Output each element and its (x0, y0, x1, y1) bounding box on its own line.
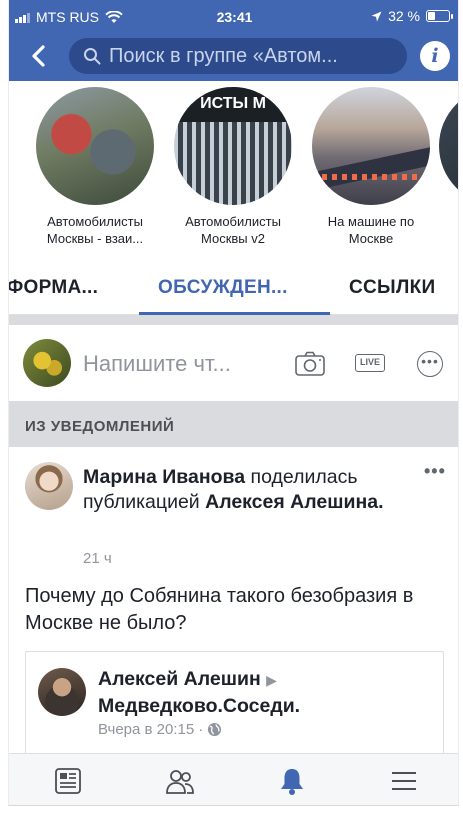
author-avatar[interactable] (25, 462, 73, 510)
more-options-icon[interactable]: ••• (417, 351, 443, 377)
notifications-bell-icon[interactable] (277, 766, 307, 796)
shared-author-name[interactable]: Алексей Алешин (98, 668, 261, 690)
group-card-4[interactable] (439, 87, 458, 205)
battery-icon (426, 10, 453, 22)
status-right: 32 % (371, 8, 453, 24)
group-image-caption: ИСТЫ М (200, 95, 266, 112)
group-image[interactable]: ИСТЫ М (174, 87, 292, 205)
app-frame: MTS RUS 23:41 32 % Поиск в группе «Автом… (8, 0, 459, 806)
status-bar: MTS RUS 23:41 32 % (9, 0, 458, 34)
post-header: Марина Иванова поделилась публикацией Ал… (83, 466, 384, 513)
tab-discussion[interactable]: ОБСУЖДЕН... (158, 277, 288, 299)
feed-post: Марина Иванова поделилась публикацией Ал… (9, 447, 458, 761)
globe-icon (208, 722, 222, 737)
group-name: Автомобилисты Москвы v2 (185, 214, 281, 246)
location-arrow-icon (371, 11, 382, 21)
menu-icon[interactable] (389, 766, 419, 796)
group-card-3[interactable]: На машине по Москве (305, 87, 437, 247)
battery-percent: 32 % (388, 8, 420, 24)
shared-post-meta: Вчера в 20:15 · (98, 721, 222, 738)
related-groups-carousel[interactable]: Автомобилисты Москвы - взаи... ИСТЫ М Ав… (9, 81, 458, 257)
group-card-1[interactable]: Автомобилисты Москвы - взаи... (29, 87, 161, 247)
group-name: На машине по Москве (327, 214, 415, 246)
bottom-nav-bar (9, 753, 458, 805)
shared-post-title: Алексей Алешин ▶ Медведково.Соседи. (98, 666, 428, 719)
composer-input[interactable]: Напишите чт... (83, 351, 231, 377)
author-name[interactable]: Марина Иванова (83, 466, 245, 488)
tab-info[interactable]: ФОРМА... (9, 277, 98, 299)
group-tabs: ФОРМА... ОБСУЖДЕН... ССЫЛКИ (9, 257, 458, 315)
tab-links[interactable]: ССЫЛКИ (349, 277, 435, 299)
top-bar: MTS RUS 23:41 32 % Поиск в группе «Автом… (9, 0, 458, 81)
post-composer[interactable]: Напишите чт... LIVE ••• (9, 325, 458, 401)
source-author-name[interactable]: Алексея Алешина (205, 491, 378, 513)
post-time[interactable]: 21 ч (83, 550, 112, 567)
notifications-section-header: ИЗ УВЕДОМЛЕНИЙ (9, 401, 458, 447)
shared-post-time[interactable]: Вчера в 20:15 (98, 721, 194, 738)
triangle-right-icon: ▶ (266, 672, 277, 688)
shared-group-name[interactable]: Медведково.Соседи. (98, 695, 300, 717)
search-icon (84, 48, 101, 65)
post-menu-icon[interactable]: ••• (424, 461, 446, 482)
friends-icon[interactable] (165, 766, 195, 796)
camera-icon[interactable] (295, 351, 325, 377)
group-image[interactable] (439, 87, 458, 205)
shared-author-avatar[interactable] (38, 668, 86, 716)
group-image[interactable] (36, 87, 154, 205)
live-video-button[interactable]: LIVE (355, 354, 385, 372)
back-button[interactable] (25, 42, 53, 70)
group-card-2[interactable]: ИСТЫ М Автомобилисты Москвы v2 (167, 87, 299, 247)
post-text: Почему до Собянина такого безобразия в М… (25, 585, 414, 634)
group-search-input[interactable]: Поиск в группе «Автом... (69, 38, 407, 74)
group-name: Автомобилисты Москвы - взаи... (46, 214, 144, 246)
search-placeholder: Поиск в группе «Автом... (109, 44, 338, 67)
shared-post-card[interactable]: Алексей Алешин ▶ Медведково.Соседи. Вчер… (25, 651, 444, 761)
divider (9, 315, 458, 325)
avatar (23, 339, 71, 387)
info-button[interactable]: i (420, 41, 450, 71)
section-title: ИЗ УВЕДОМЛЕНИЙ (25, 418, 175, 435)
news-feed-icon[interactable] (53, 766, 83, 796)
group-image[interactable] (312, 87, 430, 205)
